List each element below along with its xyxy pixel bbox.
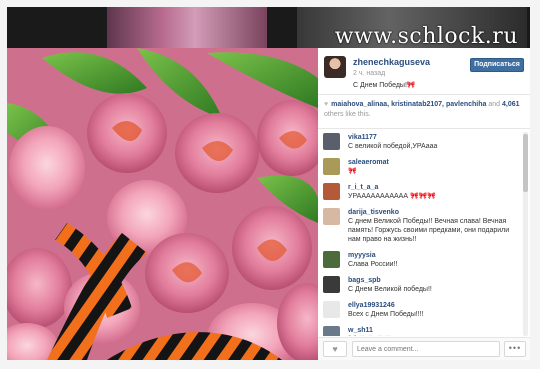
background-blur-left — [107, 7, 267, 48]
more-options-button[interactable]: ••• — [504, 341, 526, 357]
comment-text: С Днем Великой победы!! — [348, 286, 432, 293]
post-photo — [7, 48, 318, 360]
watermark: www.schlock.ru — [334, 24, 518, 48]
comments-list: vika1177 С великой победой,УРАааа saleaero… — [318, 130, 523, 336]
comment-item: vika1177 С великой победой,УРАааа — [318, 130, 523, 155]
comment-text: С днем Великой Победы!! Вечная слава! Ве… — [348, 218, 510, 243]
heart-icon: ♥ — [332, 344, 338, 354]
post-details-panel: zhenechkaguseva 2 ч. назад С Днем Победы… — [318, 48, 530, 360]
likes-and-text: and — [488, 101, 501, 108]
commenter-avatar[interactable] — [323, 183, 340, 200]
screenshot-frame: www.schlock.ru zhenechkaguseva 2 ч. наза… — [0, 0, 540, 369]
commenter-username[interactable]: vika1177 — [348, 133, 519, 142]
comment-item: myyysia Слава России!! — [318, 248, 523, 273]
comment-text: Всех с Днем Победы!!!! — [348, 311, 424, 318]
post-timestamp[interactable]: 2 ч. назад — [353, 70, 385, 77]
comment-text: С великой победой,УРАааа — [348, 143, 438, 150]
likes-summary: ♥ maiahova_alinaa, kristinatab2107, pavle… — [318, 96, 530, 129]
comment-text: 🎀👏👏👏👏 — [348, 335, 519, 336]
comment-footer: ♥ ••• — [318, 337, 530, 360]
comment-item: bags_spb С Днем Великой победы!! — [318, 273, 523, 298]
commenter-avatar[interactable] — [323, 133, 340, 150]
commenter-username[interactable]: saleaeromat — [348, 158, 519, 167]
commenter-avatar[interactable] — [323, 208, 340, 225]
tulips-and-ribbon-image — [7, 48, 318, 360]
heart-icon: ♥ — [324, 101, 329, 108]
likes-others-text: others like this. — [324, 111, 371, 118]
commenter-username[interactable]: r_i_t_a_a — [348, 183, 519, 192]
comment-item: w_sh11🎀👏👏👏👏 — [318, 323, 523, 336]
comment-input[interactable] — [352, 341, 500, 357]
like-button[interactable]: ♥ — [323, 341, 347, 357]
post-caption: С Днем Победы!🎀 — [353, 82, 416, 89]
comment-text: УРААААААААААА 🎀🎀🎀 — [348, 193, 437, 200]
author-username[interactable]: zhenechkaguseva — [353, 57, 430, 67]
comment-item: saleaeromat 🎀 — [318, 155, 523, 180]
post-header: zhenechkaguseva 2 ч. назад С Днем Победы… — [318, 48, 530, 95]
comment-item: darija_tisvenko С днем Великой Победы!! В… — [318, 205, 523, 248]
commenter-avatar[interactable] — [323, 326, 340, 336]
comment-item: ellya19931246 Всех с Днем Победы!!!! — [318, 298, 523, 323]
commenter-username[interactable]: bags_spb — [348, 276, 519, 285]
follow-button[interactable]: Подписаться — [470, 58, 524, 72]
likes-count[interactable]: 4,061 — [502, 101, 520, 108]
commenter-username[interactable]: darija_tisvenko — [348, 208, 519, 217]
commenter-username[interactable]: w_sh11 — [348, 326, 519, 335]
comments-scrollbar[interactable] — [523, 132, 528, 336]
comment-text: Слава России!! — [348, 261, 398, 268]
commenter-username[interactable]: myyysia — [348, 251, 519, 260]
scrollbar-thumb[interactable] — [523, 134, 528, 192]
comment-item: r_i_t_a_a УРААААААААААА 🎀🎀🎀 — [318, 180, 523, 205]
commenter-avatar[interactable] — [323, 276, 340, 293]
author-avatar[interactable] — [324, 56, 346, 78]
commenter-username[interactable]: ellya19931246 — [348, 301, 519, 310]
background-strip: www.schlock.ru — [7, 7, 530, 48]
commenter-avatar[interactable] — [323, 301, 340, 318]
commenter-avatar[interactable] — [323, 158, 340, 175]
likers-list[interactable]: maiahova_alinaa, kristinatab2107, pavlen… — [331, 101, 486, 108]
commenter-avatar[interactable] — [323, 251, 340, 268]
comment-text: 🎀 — [348, 168, 357, 175]
post-lightbox: www.schlock.ru zhenechkaguseva 2 ч. наза… — [7, 7, 530, 360]
